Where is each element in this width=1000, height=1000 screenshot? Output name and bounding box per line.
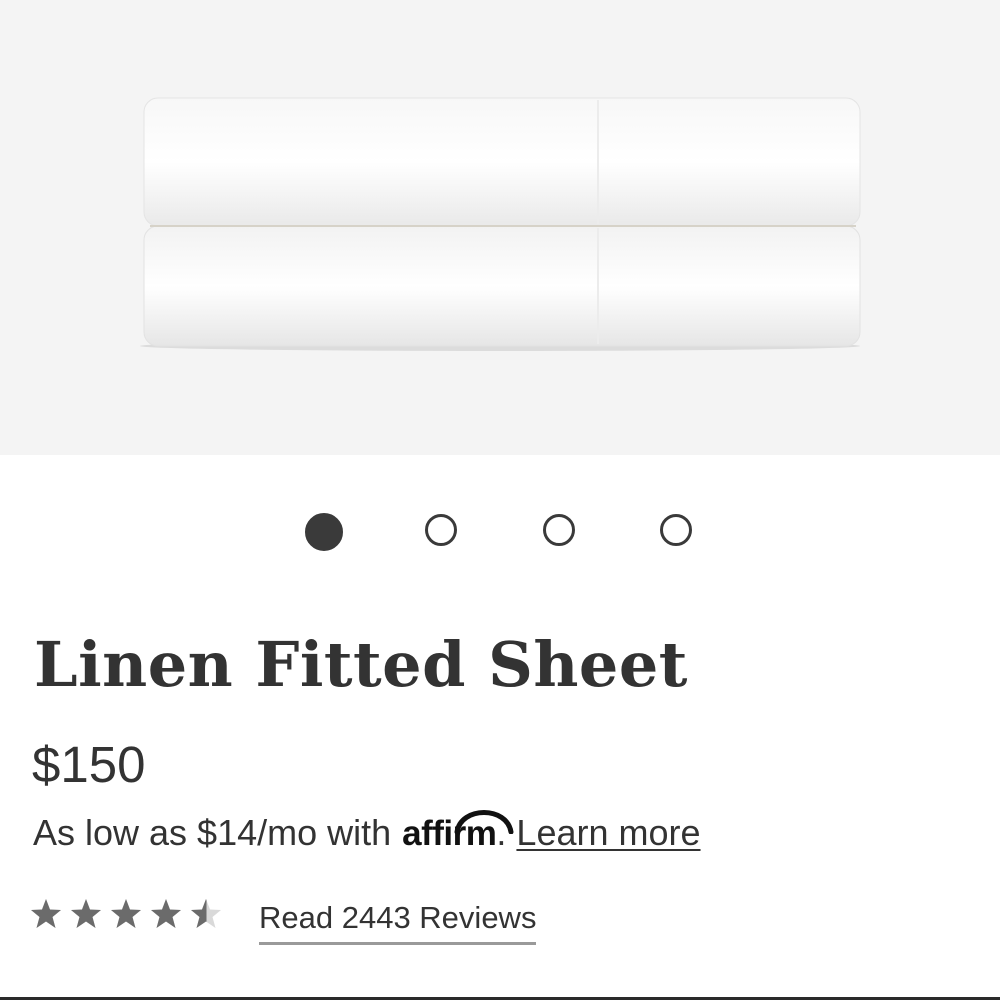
- product-price: $150: [32, 736, 146, 793]
- affirm-logo: affirm: [402, 810, 514, 854]
- read-reviews-link[interactable]: Read 2443 Reviews: [259, 900, 537, 945]
- carousel-dot-3[interactable]: [543, 514, 575, 546]
- financing-line: As low as $14/mo with affirm . Learn mor…: [33, 810, 701, 854]
- folded-sheets-image: [140, 97, 861, 351]
- image-carousel-indicator: [0, 513, 1000, 554]
- carousel-dot-4[interactable]: [660, 514, 692, 546]
- carousel-dot-1[interactable]: [305, 513, 343, 551]
- star-icon: [31, 899, 61, 928]
- star-icon: [151, 899, 181, 928]
- rating-stars[interactable]: [30, 897, 230, 933]
- financing-text: As low as $14/mo with: [33, 812, 392, 853]
- star-icon: [71, 899, 101, 928]
- product-title: Linen Fitted Sheet: [34, 628, 688, 701]
- carousel-dot-2[interactable]: [425, 514, 457, 546]
- star-icon: [111, 899, 141, 928]
- learn-more-link[interactable]: Learn more: [516, 812, 700, 854]
- star-icon: [191, 899, 221, 928]
- product-image[interactable]: [0, 0, 1000, 455]
- affirm-arc-icon: [454, 810, 514, 834]
